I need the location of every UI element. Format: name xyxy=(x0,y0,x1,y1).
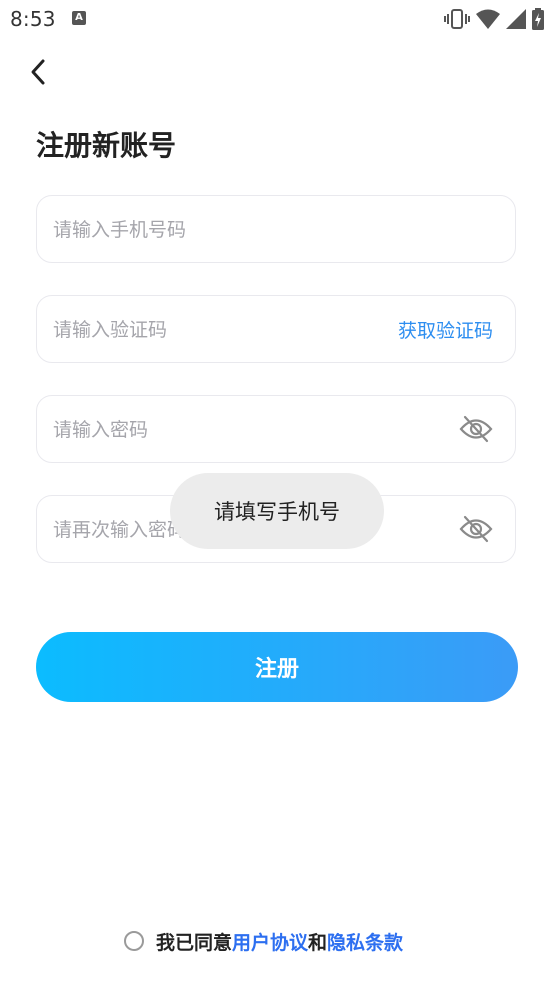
signal-icon xyxy=(506,9,526,29)
chevron-left-icon xyxy=(31,59,45,85)
register-button[interactable]: 注册 xyxy=(36,632,518,702)
toast-message: 请填写手机号 xyxy=(170,473,384,549)
battery-charging-icon xyxy=(532,8,544,30)
agree-radio[interactable] xyxy=(124,931,144,951)
vibrate-icon xyxy=(444,9,470,29)
code-field: 获取验证码 xyxy=(36,295,516,364)
password-input[interactable] xyxy=(51,396,355,464)
phone-field xyxy=(36,195,516,264)
privacy-policy-link[interactable]: 隐私条款 xyxy=(327,928,403,955)
agreement-conjunction: 和 xyxy=(308,931,328,954)
password-field xyxy=(36,395,516,464)
status-time: 8:53 xyxy=(10,7,56,31)
page-title: 注册新账号 xyxy=(36,129,177,162)
phone-input[interactable] xyxy=(51,196,355,264)
back-button[interactable] xyxy=(20,54,56,90)
get-code-button[interactable]: 获取验证码 xyxy=(398,296,493,362)
wifi-icon xyxy=(476,9,500,29)
status-bar: 8:53 A xyxy=(0,0,554,38)
eye-slash-icon[interactable] xyxy=(459,514,493,544)
notification-icon: A xyxy=(72,11,86,25)
agreement: 我已同意 用户协议 和 隐私条款 xyxy=(124,924,403,958)
agreement-prefix: 我已同意 xyxy=(156,931,233,954)
status-icons xyxy=(444,8,544,30)
user-agreement-link[interactable]: 用户协议 xyxy=(232,928,308,955)
code-input[interactable] xyxy=(51,296,355,364)
eye-slash-icon[interactable] xyxy=(459,414,493,444)
